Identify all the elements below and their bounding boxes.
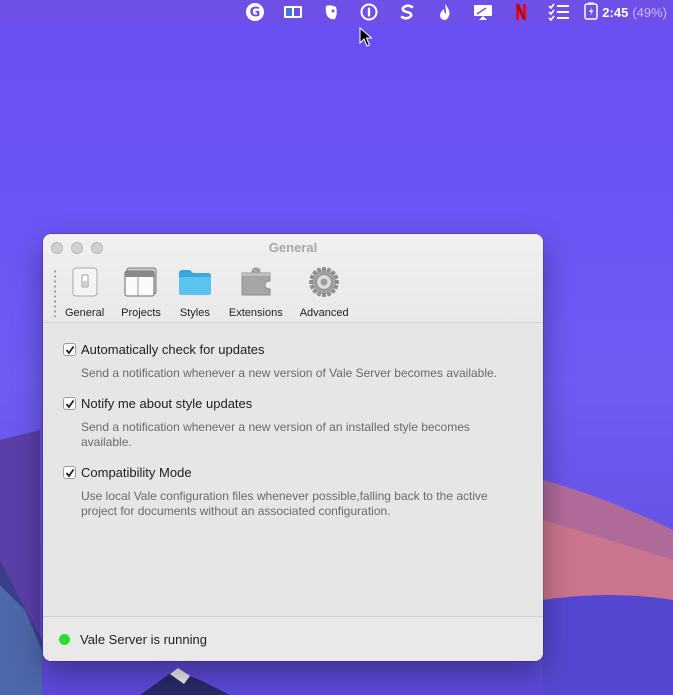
window-title: General <box>268 240 318 255</box>
display-icon[interactable] <box>274 0 312 24</box>
status-bar: Vale Server is running <box>43 616 543 661</box>
clock-time: 2:45 <box>602 4 629 20</box>
compatibility-mode-checkbox[interactable] <box>63 466 76 479</box>
tab-general[interactable]: General <box>61 265 108 319</box>
preferences-toolbar: General Projects Styles Extensions Advan… <box>53 265 353 319</box>
tab-label: General <box>65 307 105 319</box>
status-text: Vale Server is running <box>80 631 207 647</box>
checkmark-icon <box>65 399 74 408</box>
tab-label: Styles <box>179 307 210 319</box>
option-description: Send a notification whenever a new versi… <box>81 420 470 449</box>
tab-advanced[interactable]: Advanced <box>296 265 353 319</box>
battery-icon <box>584 2 599 23</box>
option-auto-update: Automatically check for updates Send a n… <box>63 342 521 381</box>
tab-label: Extensions <box>228 307 283 319</box>
grammarly-icon[interactable]: G <box>236 0 274 24</box>
option-style-updates: Notify me about style updates Send a not… <box>63 396 521 450</box>
scrivener-icon[interactable] <box>388 0 426 24</box>
style-updates-checkbox[interactable] <box>63 397 76 410</box>
option-label[interactable]: Notify me about style updates <box>81 396 252 411</box>
option-label[interactable]: Compatibility Mode <box>81 465 192 480</box>
tab-projects[interactable]: Projects <box>117 265 165 319</box>
menu-clock[interactable]: 2:45 (49%) <box>584 2 667 23</box>
menu-bar: G 2:45 (49%) <box>0 0 673 24</box>
netflix-icon[interactable] <box>502 0 540 24</box>
tab-extensions[interactable]: Extensions <box>225 265 287 319</box>
option-label[interactable]: Automatically check for updates <box>81 342 265 357</box>
general-settings-panel: Automatically check for updates Send a n… <box>43 324 543 616</box>
option-description: Send a notification whenever a new versi… <box>81 366 498 380</box>
evernote-icon[interactable] <box>312 0 350 24</box>
tab-label: Advanced <box>299 307 349 319</box>
option-compatibility-mode: Compatibility Mode Use local Vale config… <box>63 465 521 519</box>
battery-percent: (49%) <box>632 4 667 20</box>
checkmark-icon <box>65 345 74 354</box>
fire-icon[interactable] <box>426 0 464 24</box>
1password-icon[interactable] <box>350 0 388 24</box>
folder-icon <box>178 265 212 299</box>
checklist-icon[interactable] <box>540 0 578 24</box>
preferences-window: General General Projects Styles Extensio… <box>43 234 543 661</box>
switch-icon <box>68 265 102 299</box>
tab-label: Projects <box>121 307 161 319</box>
auto-update-checkbox[interactable] <box>63 343 76 356</box>
status-indicator <box>59 633 70 645</box>
checkmark-icon <box>65 468 74 477</box>
mouse-cursor-icon <box>359 27 373 47</box>
gear-icon <box>307 265 341 299</box>
svg-text:G: G <box>250 6 261 21</box>
window-titlebar: General General Projects Styles Extensio… <box>43 234 543 323</box>
puzzle-icon <box>239 265 273 299</box>
option-description: Use local Vale configuration files whene… <box>81 489 488 518</box>
toolbar-grip-handle[interactable] <box>53 269 59 317</box>
tab-styles[interactable]: Styles <box>174 265 216 319</box>
screen-share-icon[interactable] <box>464 0 502 24</box>
window-icon <box>124 265 158 299</box>
